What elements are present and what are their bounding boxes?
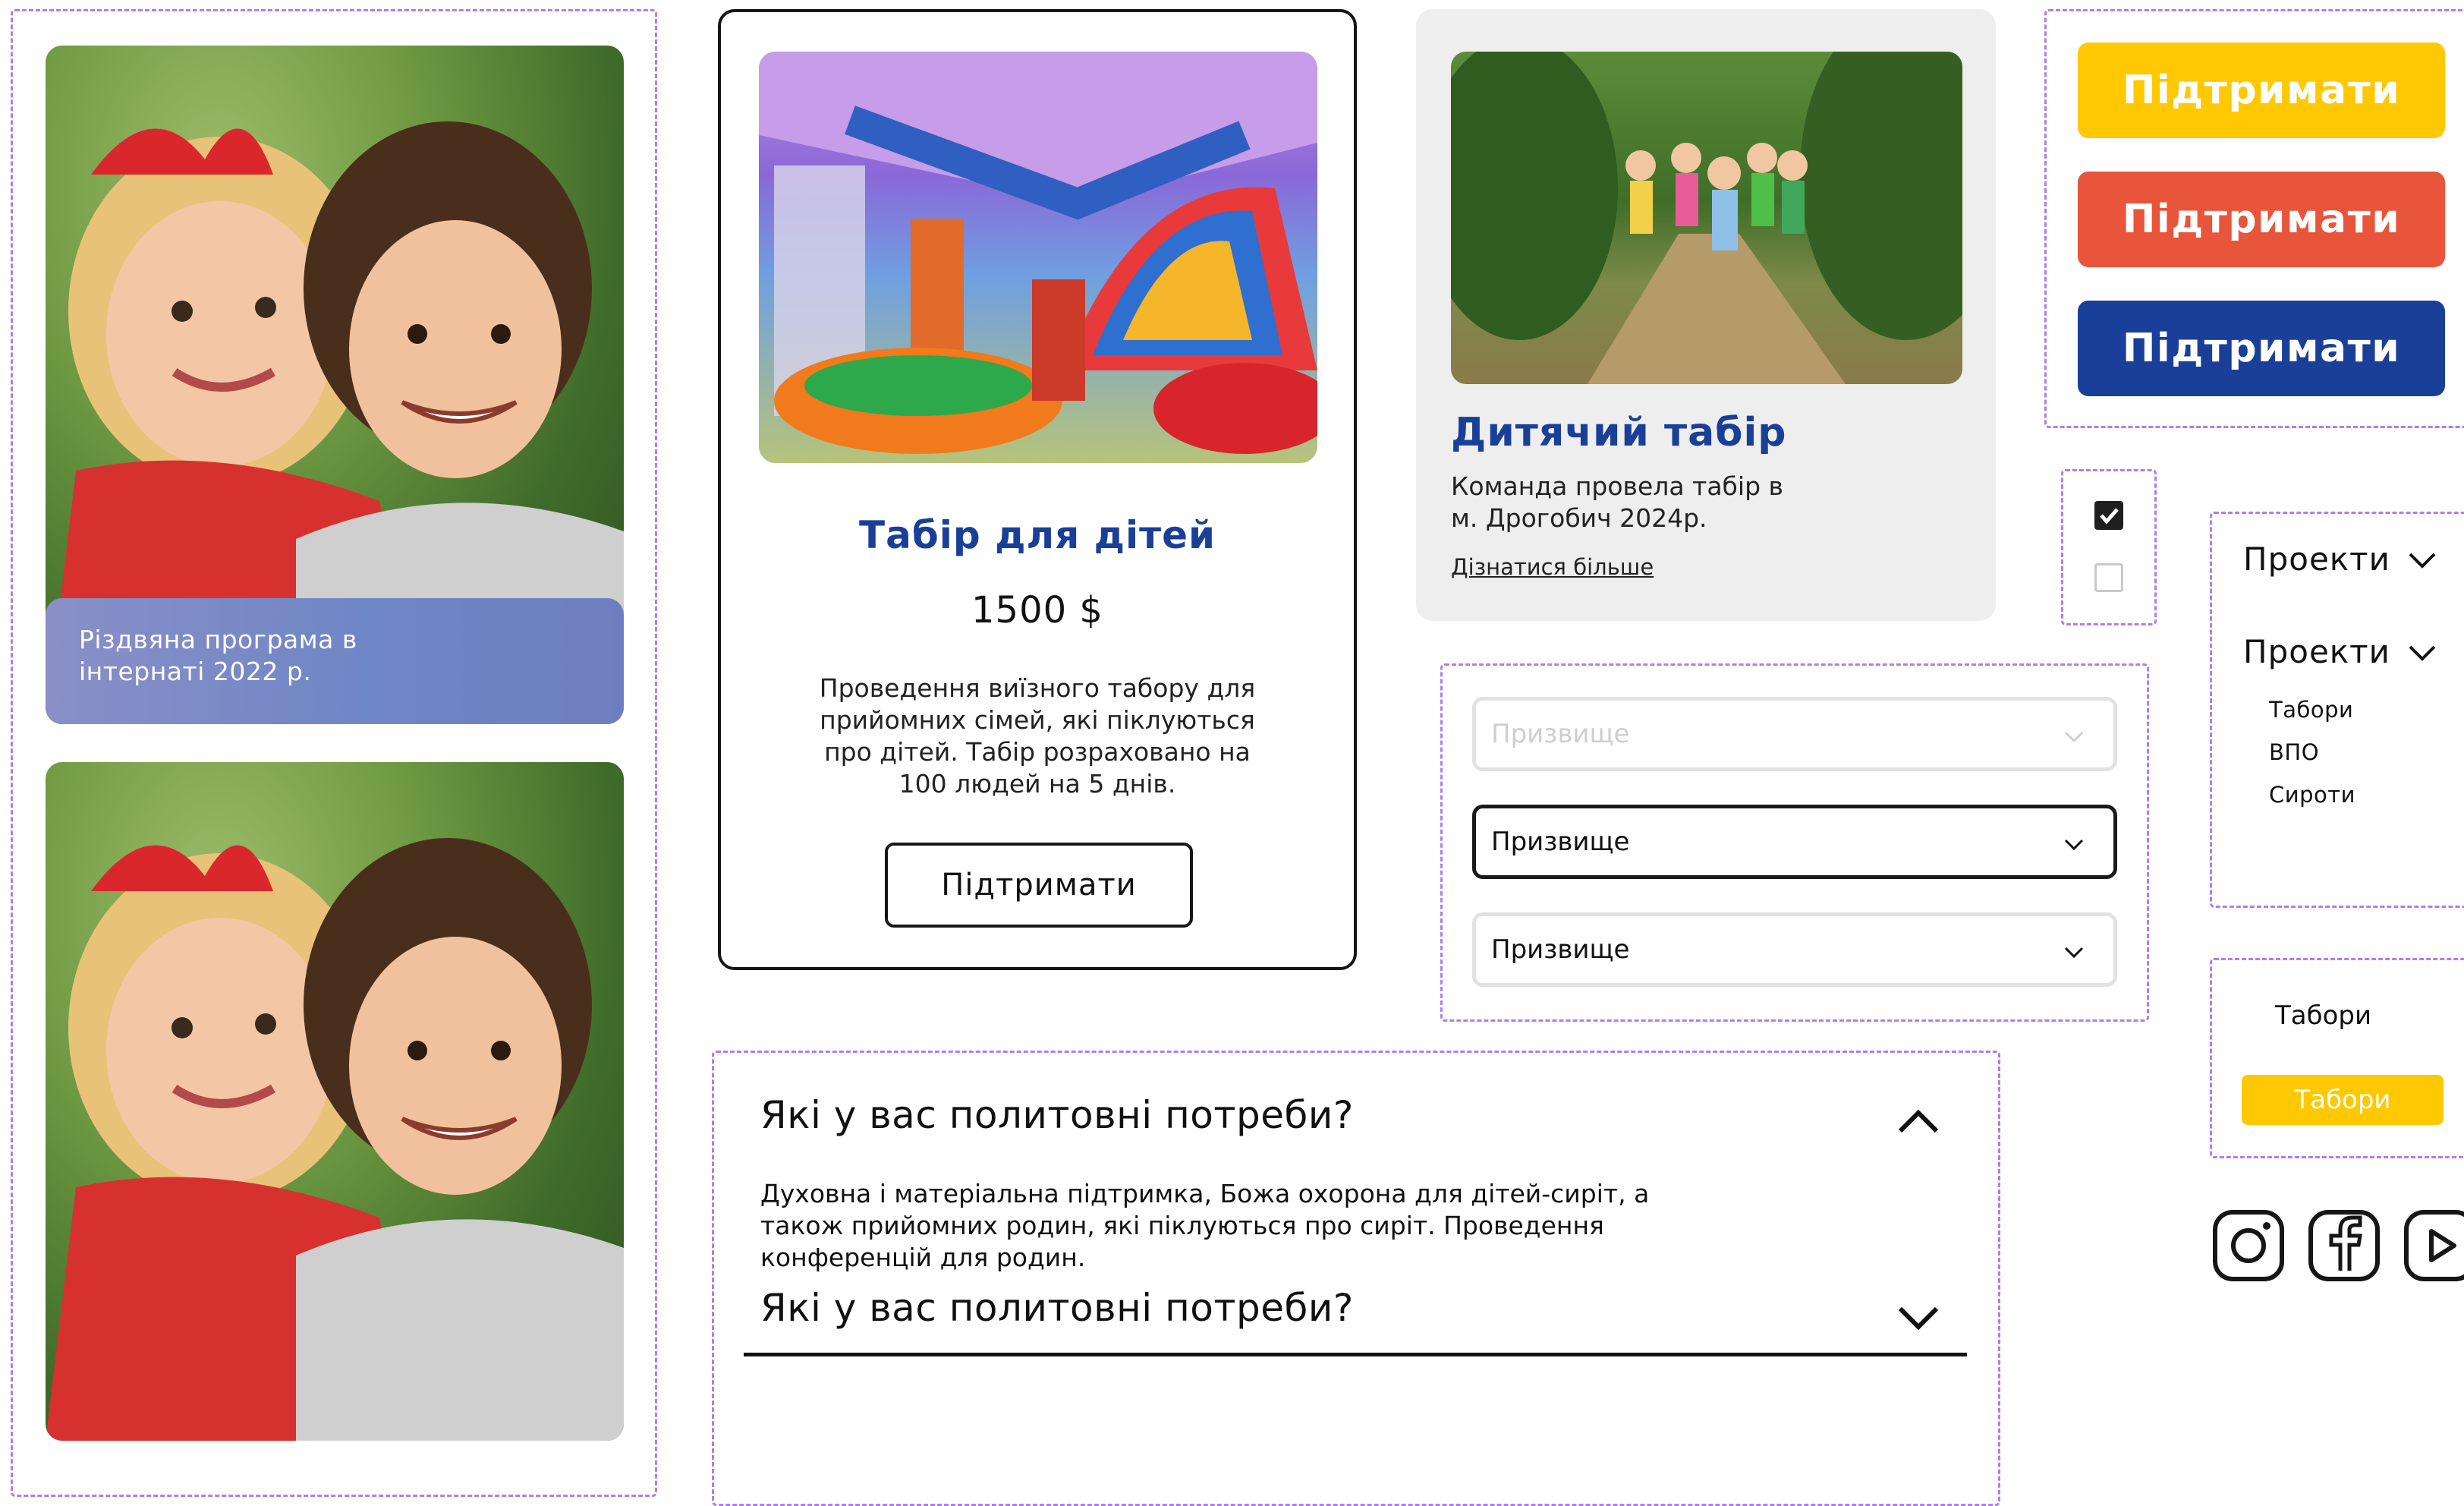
instagram-icon[interactable]: [2213, 1210, 2284, 1281]
kids-photo[interactable]: [46, 762, 624, 1441]
tab-states-frame: [2210, 958, 2464, 1158]
tab-camps-highlighted[interactable]: Табори: [2242, 1075, 2444, 1125]
photo-caption-bar: Різдвяна програма в інтернаті 2022 р.: [46, 598, 624, 724]
camp-support-button[interactable]: Підтримати: [885, 843, 1193, 928]
nav-item-projects[interactable]: Проекти: [2243, 540, 2437, 578]
surname-select-default[interactable]: Призвище: [1472, 912, 2117, 987]
nav-subitem-orphans[interactable]: Сироти: [2269, 782, 2355, 808]
photo-caption-text: Різдвяна програма в інтернаті 2022 р.: [79, 625, 357, 686]
faq-divider: [744, 1353, 1967, 1356]
checkbox-unchecked[interactable]: [2094, 563, 2123, 592]
chevron-up-icon: [1898, 1109, 1939, 1133]
facebook-icon[interactable]: [2308, 1210, 2380, 1281]
faq-question-2[interactable]: Які у вас политовні потреби?: [760, 1286, 1952, 1347]
camp-card-image: [759, 52, 1317, 463]
kids-illustration: [46, 838, 624, 1441]
nav-item-label: Проекти: [2243, 540, 2390, 578]
camp-card-title: Табір для дітей: [858, 513, 1216, 557]
chevron-down-icon: [2064, 947, 2084, 959]
faq-question-text: Які у вас политовні потреби?: [760, 1093, 1354, 1137]
chevron-down-icon: [2064, 839, 2084, 851]
chevron-down-icon: [2064, 731, 2084, 743]
select-placeholder: Призвище: [1491, 719, 1630, 749]
surname-select-disabled[interactable]: Призвище: [1472, 697, 2117, 771]
chevron-down-icon: [1898, 1306, 1939, 1331]
info-card-text: Команда провела табір в м. Дрогобич 2024…: [1451, 471, 1783, 533]
check-icon: [2100, 508, 2119, 525]
faq-question-text: Які у вас политовні потреби?: [760, 1286, 1354, 1330]
camp-card-price: 1500 $: [971, 589, 1103, 632]
youtube-icon[interactable]: [2404, 1210, 2464, 1281]
nav-subitem-camps[interactable]: Табори: [2269, 697, 2353, 723]
surname-select-focused[interactable]: Призвище: [1472, 805, 2117, 879]
faq-answer-1: Духовна і матеріальна підтримка, Божа ох…: [760, 1179, 1650, 1272]
camp-card-description: Проведення виїзного табору для прийомних…: [819, 673, 1256, 799]
tab-camps-default[interactable]: Табори: [2275, 1000, 2371, 1031]
support-button-yellow[interactable]: Підтримати: [2078, 43, 2445, 138]
checkbox-frame: [2061, 469, 2157, 625]
select-value: Призвище: [1491, 827, 1630, 857]
info-card-title: Дитячий табір: [1451, 410, 1787, 455]
select-value: Призвище: [1491, 934, 1630, 965]
nav-item-label: Проекти: [2243, 633, 2390, 670]
info-card: Дитячий табір Команда провела табір в м.…: [1416, 9, 1996, 621]
support-button-orange[interactable]: Підтримати: [2078, 172, 2445, 267]
bounce-house-illustration: [759, 52, 1317, 454]
chevron-down-icon: [2409, 553, 2436, 569]
nav-subitem-idp[interactable]: ВПО: [2269, 739, 2319, 765]
faq-question-1[interactable]: Які у вас политовні потреби?: [760, 1093, 1952, 1154]
info-card-link[interactable]: Дізнатися більше: [1451, 554, 1654, 580]
checkbox-checked[interactable]: [2094, 501, 2123, 530]
kids-photo-with-caption[interactable]: Різдвяна програма в інтернаті 2022 р.: [46, 46, 624, 724]
chevron-down-icon: [2409, 645, 2436, 661]
info-card-image: [1451, 52, 1962, 384]
camp-card: Табір для дітей 1500 $ Проведення виїзно…: [718, 9, 1357, 970]
children-running-illustration: [1451, 52, 1962, 384]
nav-item-projects-open[interactable]: Проекти: [2243, 633, 2437, 670]
support-button-blue[interactable]: Підтримати: [2078, 301, 2445, 396]
